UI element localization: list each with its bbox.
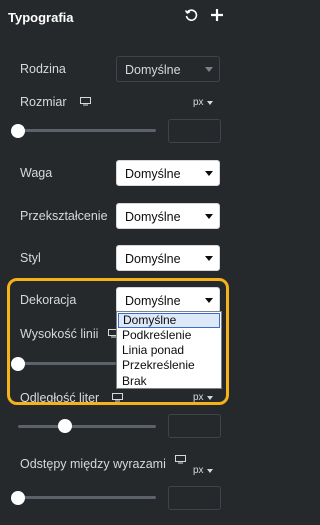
chevron-down-icon <box>205 171 213 176</box>
dekoracja-dropdown[interactable]: Domyślne Podkreślenie Linia ponad Przekr… <box>116 311 222 389</box>
chevron-down-icon <box>205 67 213 72</box>
rozmiar-input[interactable] <box>168 119 221 143</box>
waga-select[interactable]: Domyślne <box>116 160 220 186</box>
odleglosc-liter-slider-track[interactable] <box>18 425 156 428</box>
dropdown-option-podkreslenie[interactable]: Podkreślenie <box>117 328 221 343</box>
dropdown-option-domyslne[interactable]: Domyślne <box>118 313 220 328</box>
rodzina-label: Rodzina <box>20 62 66 76</box>
przeksztalcenie-select[interactable]: Domyślne <box>116 203 220 229</box>
styl-label: Styl <box>20 251 41 265</box>
rozmiar-slider-handle[interactable] <box>11 124 25 138</box>
typography-panel: Typografia Rodzina Domyślne Rozmiar px W… <box>0 0 242 525</box>
styl-select[interactable]: Domyślne <box>116 245 220 271</box>
odleglosc-liter-slider-handle[interactable] <box>58 419 72 433</box>
rozmiar-label: Rozmiar <box>20 95 67 109</box>
dropdown-option-brak[interactable]: Brak <box>117 374 221 389</box>
unit-chevron-down-icon <box>207 469 213 473</box>
panel-title: Typografia <box>8 10 74 25</box>
rodzina-value: Domyślne <box>125 63 181 77</box>
odstepy-wyrazy-slider-track[interactable] <box>18 496 156 499</box>
przeksztalcenie-label: Przekształcenie <box>20 209 108 223</box>
waga-value: Domyślne <box>125 167 181 181</box>
odstepy-wyrazy-unit[interactable]: px <box>193 465 204 476</box>
odleglosc-liter-input[interactable] <box>168 414 221 438</box>
reset-icon[interactable] <box>182 6 200 24</box>
odstepy-wyrazy-slider-handle[interactable] <box>11 491 25 505</box>
odstepy-wyrazy-input[interactable] <box>168 486 221 510</box>
dropdown-option-linia-ponad[interactable]: Linia ponad <box>117 343 221 358</box>
desktop-icon[interactable] <box>175 455 186 464</box>
desktop-icon[interactable] <box>80 97 91 106</box>
rodzina-select[interactable]: Domyślne <box>116 56 220 82</box>
odstepy-wyrazy-label: Odstępy między wyrazami <box>20 457 166 471</box>
dropdown-option-przekreslenie[interactable]: Przekreślenie <box>117 358 221 373</box>
unit-chevron-down-icon <box>207 101 213 105</box>
waga-label: Waga <box>20 166 53 180</box>
rozmiar-unit[interactable]: px <box>193 97 204 108</box>
rozmiar-slider-track[interactable] <box>18 129 156 132</box>
chevron-down-icon <box>205 214 213 219</box>
chevron-down-icon <box>205 256 213 261</box>
styl-value: Domyślne <box>125 252 181 266</box>
plus-icon[interactable] <box>208 6 226 24</box>
przeksztalcenie-value: Domyślne <box>125 210 181 224</box>
